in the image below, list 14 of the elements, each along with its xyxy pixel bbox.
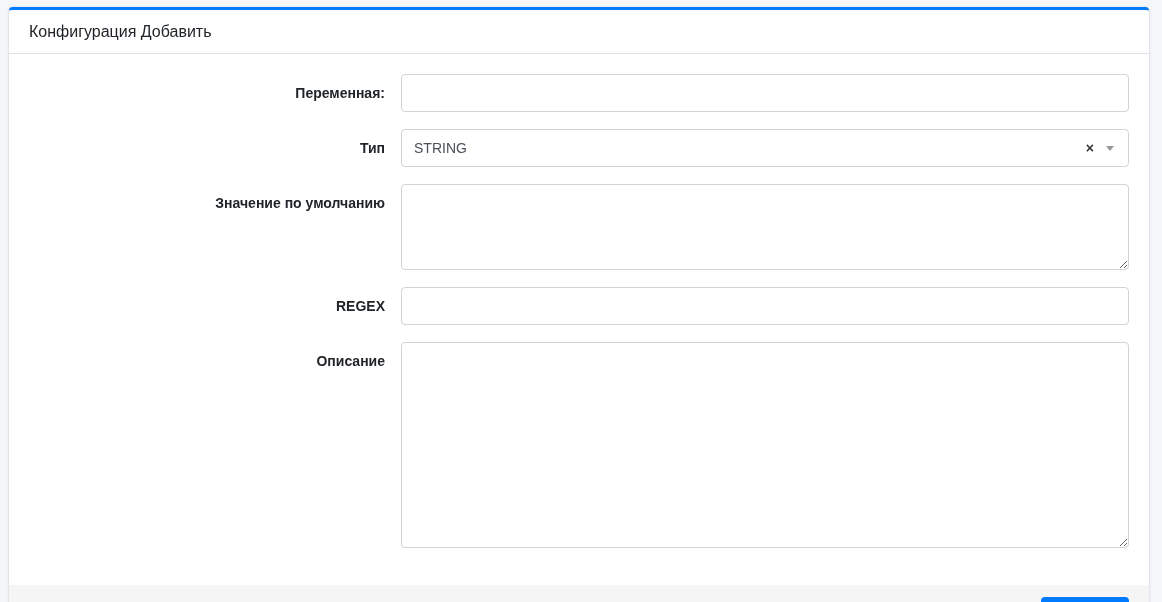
field-label: Значение по умолчанию [215, 194, 385, 213]
text-area-field[interactable] [401, 342, 1129, 548]
clear-selection-button[interactable]: × [1085, 137, 1094, 159]
field-label: Описание [316, 352, 385, 371]
text-input-field[interactable] [401, 74, 1129, 112]
dropdown-caret-icon[interactable] [1106, 145, 1114, 151]
field-label: REGEX [336, 297, 385, 316]
text-area-field[interactable] [401, 184, 1129, 270]
select-field[interactable]: STRING × [401, 129, 1129, 167]
field-label: Тип [359, 139, 385, 158]
select-value: STRING [414, 138, 467, 158]
text-input-field[interactable] [401, 287, 1129, 325]
field-label: Переменная: [295, 84, 385, 103]
card-title: Конфигурация Добавить [29, 21, 212, 42]
